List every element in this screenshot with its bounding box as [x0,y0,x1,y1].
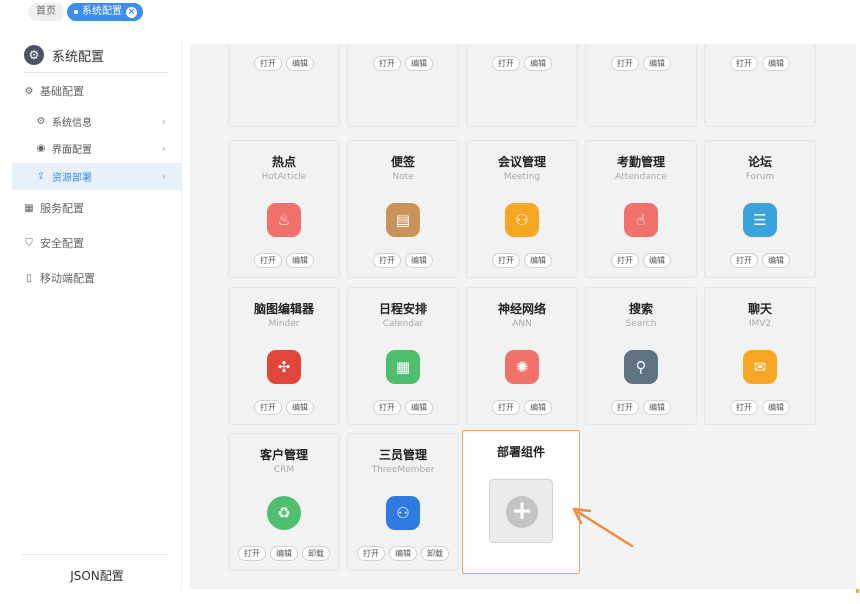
corner-mark [856,589,859,593]
annotation-arrow [572,507,634,548]
